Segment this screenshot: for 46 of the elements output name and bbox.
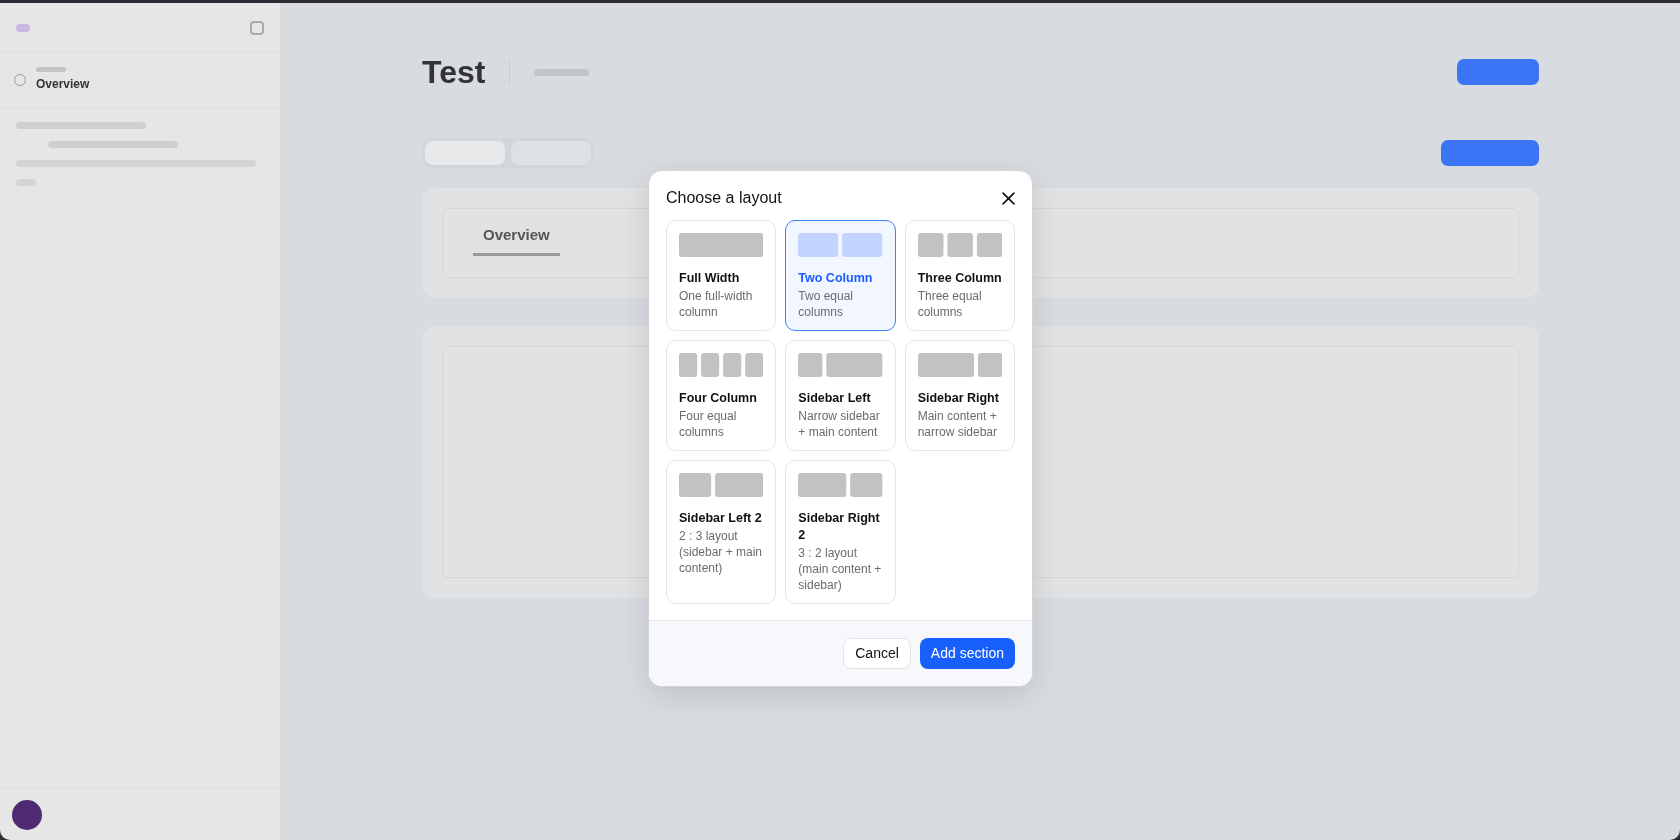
sidebar-toggle-icon[interactable] [250,20,264,35]
layout-option[interactable]: Sidebar Left 2 2 : 3 layout (sidebar + main content) [666,460,777,604]
logo-icon [16,23,30,32]
sidebar-section-title: Overview [36,76,90,93]
layout-description: 2 : 3 layout (sidebar + main content) [679,528,764,576]
layout-preview-icon [798,353,883,377]
layout-option[interactable]: Sidebar Right Main content + narrow sidebar [904,340,1015,451]
primary-button[interactable] [1457,59,1539,85]
layout-option[interactable]: Full Width One full-width column [666,220,777,331]
layout-name: Three Column [917,270,1002,287]
layout-option[interactable]: Two Column Two equal columns [785,220,896,331]
layout-preview-icon [798,473,883,497]
cancel-button[interactable]: Cancel [843,638,911,669]
add-section-button[interactable]: Add section [919,638,1015,669]
layout-description: 3 : 2 layout (main content + sidebar) [798,545,883,593]
layout-name: Sidebar Left 2 [679,510,763,527]
layout-option[interactable]: Four Column Four equal columns [666,340,777,451]
layout-name: Sidebar Left [798,390,872,407]
page-title: Test [422,53,486,92]
layout-description: Three equal columns [917,288,983,320]
subtitle-placeholder [534,68,590,76]
label-placeholder [36,67,66,72]
layout-name: Sidebar Right 2 [798,510,881,544]
layout-description: One full-width column [679,288,754,320]
layout-description: Two equal columns [798,288,855,320]
layout-description: Four equal columns [679,408,738,440]
primary-button[interactable] [1441,140,1539,166]
layout-name: Four Column [679,390,758,407]
dialog-title: Choose a layout [666,188,782,208]
layout-preview-icon [679,233,764,257]
page-tab[interactable]: Overview [473,224,560,256]
layout-preview-icon [917,233,1002,257]
layout-option[interactable]: Three Column Three equal columns [904,220,1015,331]
layout-preview-icon [917,353,1002,377]
layout-description: Main content + narrow sidebar [917,408,999,440]
layout-preview-icon [679,473,764,497]
layout-description: Narrow sidebar + main content [798,408,881,440]
layout-option[interactable]: Sidebar Right 2 3 : 2 layout (main content + sidebar) [785,460,896,604]
layout-option[interactable]: Sidebar Left Narrow sidebar + main content [785,340,896,451]
layout-preview-icon [798,233,883,257]
layout-preview-icon [679,353,764,377]
layout-name: Full Width [679,270,741,287]
layout-name: Sidebar Right [917,390,1000,407]
layout-name: Two Column [798,270,874,287]
close-icon[interactable] [1002,191,1015,205]
avatar[interactable] [12,799,42,830]
